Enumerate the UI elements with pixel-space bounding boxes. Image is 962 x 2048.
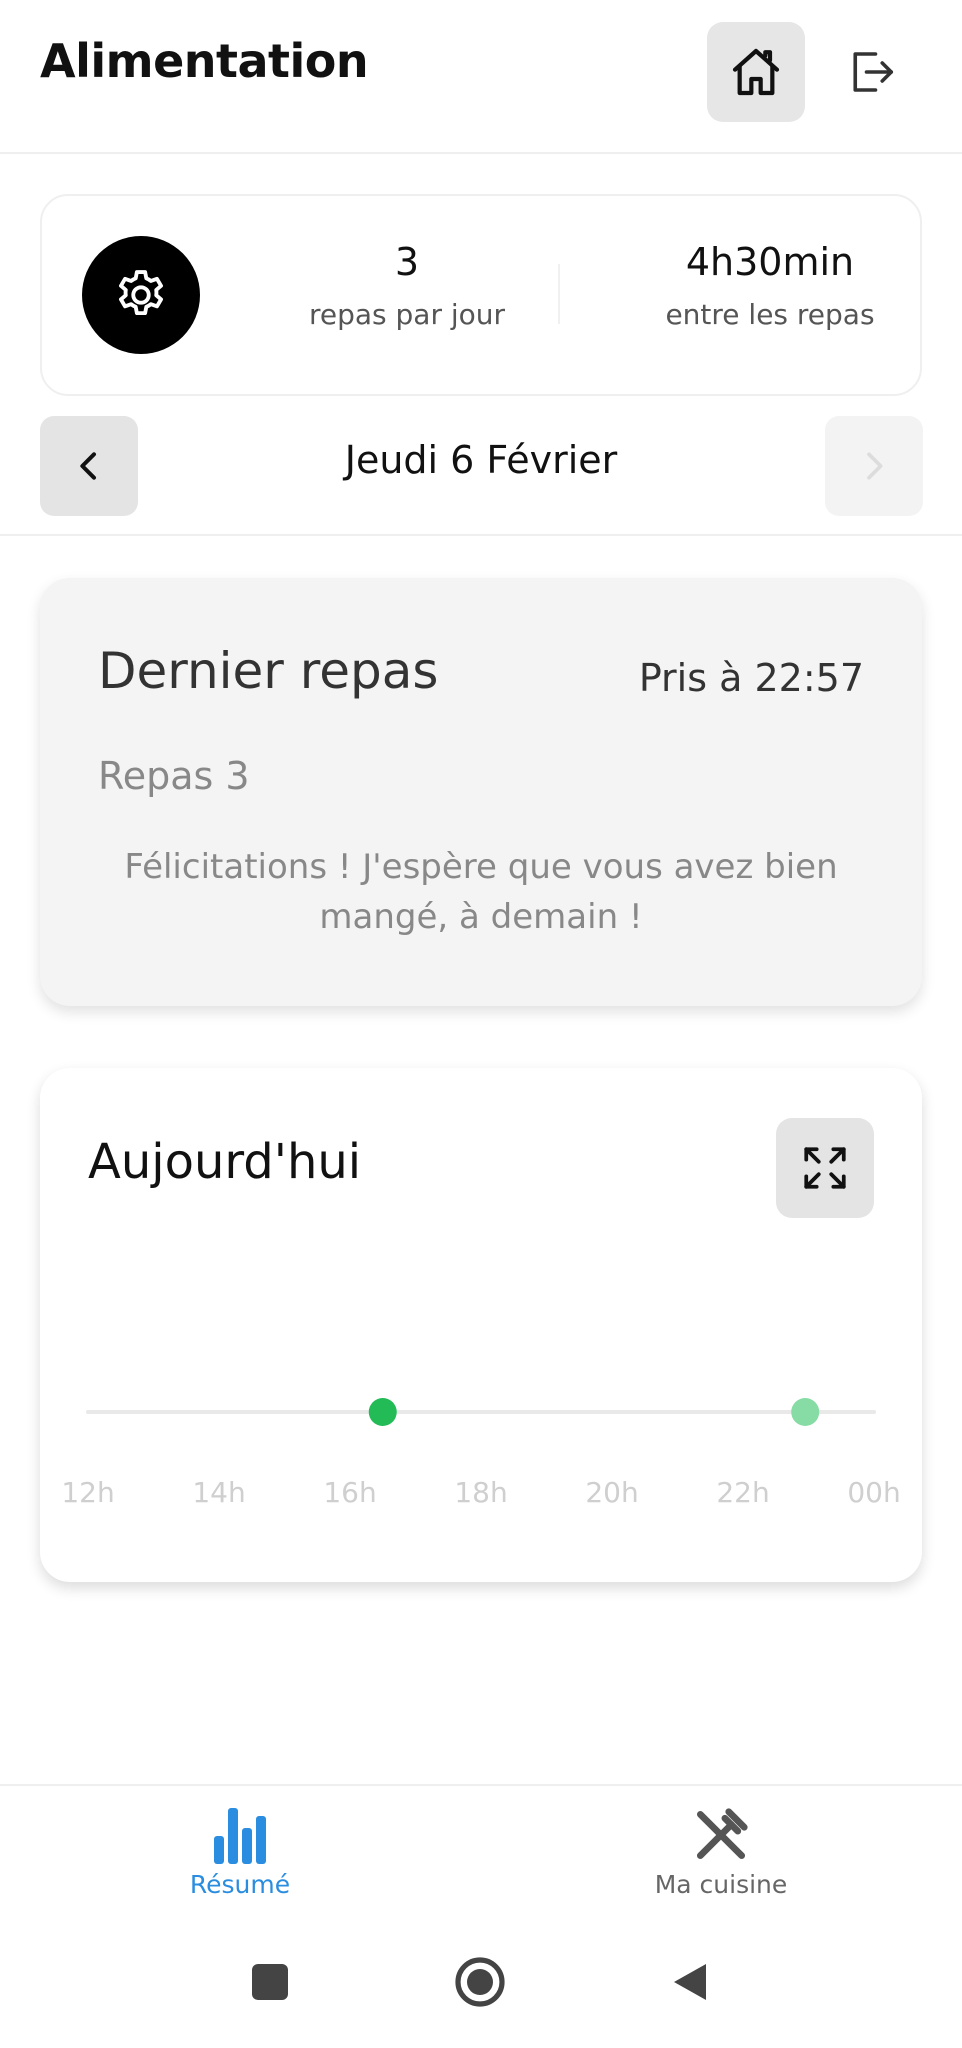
timeline-tick-label: 22h xyxy=(716,1476,769,1509)
bottom-navigation: Résumé Ma cuisine xyxy=(0,1784,962,1914)
timeline-tick-label: 18h xyxy=(454,1476,507,1509)
tab-ma-cuisine[interactable]: Ma cuisine xyxy=(571,1804,871,1899)
timeline-tick-label: 20h xyxy=(585,1476,638,1509)
previous-day-button[interactable] xyxy=(40,416,138,516)
timeline-tick-label: 14h xyxy=(192,1476,245,1509)
meal-settings-card: 3 repas par jour 4h30min entre les repas xyxy=(40,194,922,396)
tab-resume[interactable]: Résumé xyxy=(90,1804,390,1899)
home-button[interactable] xyxy=(707,22,805,122)
timeline-tick-label: 00h xyxy=(847,1476,900,1509)
date-navigation: Jeudi 6 Février xyxy=(0,416,962,536)
page-title: Alimentation xyxy=(40,34,369,88)
timeline-tick-label: 16h xyxy=(323,1476,376,1509)
today-timeline-card: Aujourd'hui 12h 14h 16h 18h 20h 22h 00h xyxy=(40,1068,922,1582)
meals-per-day-label: repas par jour xyxy=(308,298,506,331)
logout-icon xyxy=(853,52,894,92)
circle-home-icon xyxy=(455,1957,505,2007)
meal-marker[interactable] xyxy=(368,1398,397,1426)
square-icon xyxy=(252,1964,288,2000)
gear-icon xyxy=(119,270,163,316)
last-meal-card: Dernier repas Pris à 22:57 Repas 3 Félic… xyxy=(40,578,922,1006)
back-triangle-icon xyxy=(674,1964,706,2000)
app-screen: Alimentation 3 repas par jour 4h30min en… xyxy=(0,0,962,2048)
recents-button[interactable] xyxy=(238,1950,302,2014)
system-home-button[interactable] xyxy=(448,1950,512,2014)
last-meal-name: Repas 3 xyxy=(98,754,250,798)
settings-button[interactable] xyxy=(82,236,200,354)
last-meal-time: Pris à 22:57 xyxy=(638,656,864,700)
header: Alimentation xyxy=(0,0,962,154)
meal-interval-stat: 4h30min entre les repas xyxy=(610,240,930,331)
timeline-tick-label: 12h xyxy=(61,1476,114,1509)
next-day-button[interactable] xyxy=(825,416,923,516)
meals-per-day-value: 3 xyxy=(394,240,420,284)
utensils-icon xyxy=(696,1808,748,1860)
system-back-button[interactable] xyxy=(658,1950,722,2014)
current-date: Jeudi 6 Février xyxy=(344,438,618,482)
tab-resume-label: Résumé xyxy=(189,1870,291,1899)
chevron-left-icon xyxy=(80,452,96,480)
last-meal-title: Dernier repas xyxy=(98,642,439,700)
stat-divider xyxy=(558,264,560,324)
last-meal-message: Félicitations ! J'espère que vous avez b… xyxy=(124,847,838,937)
meal-timeline: 12h 14h 16h 18h 20h 22h 00h xyxy=(61,1398,901,1509)
meal-interval-value: 4h30min xyxy=(685,240,855,284)
home-icon xyxy=(732,48,780,96)
meal-interval-label: entre les repas xyxy=(665,298,875,331)
chevron-right-icon xyxy=(867,452,883,480)
meal-marker[interactable] xyxy=(791,1398,820,1426)
tab-ma-cuisine-label: Ma cuisine xyxy=(654,1870,788,1899)
system-navigation-bar xyxy=(0,1914,962,2048)
bar-chart-icon xyxy=(214,1808,266,1864)
logout-button[interactable] xyxy=(822,22,920,122)
meals-per-day-stat: 3 repas par jour xyxy=(247,240,567,331)
